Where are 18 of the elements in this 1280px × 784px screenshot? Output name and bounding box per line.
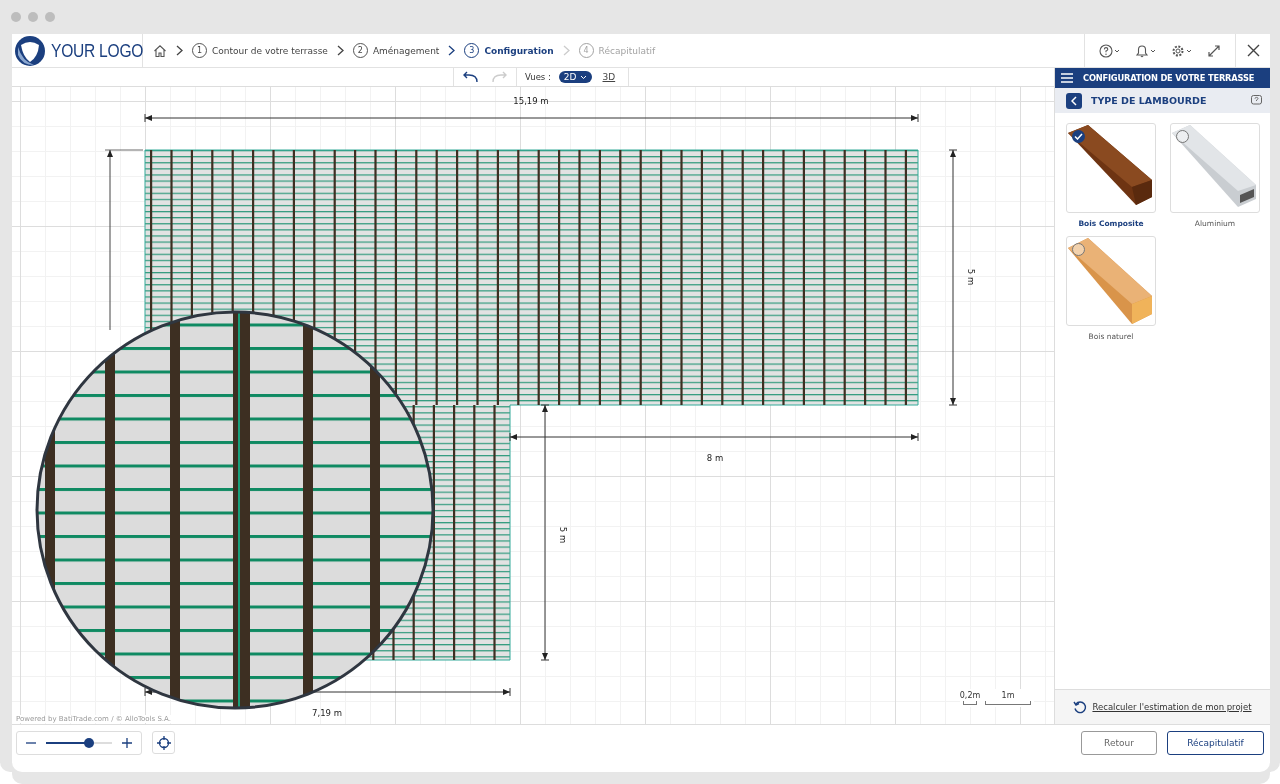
dimension-label: 15,19 m	[513, 96, 549, 106]
scale-label: 1m	[1001, 691, 1015, 701]
dimension-label: 5 m	[558, 526, 568, 544]
section-title: TYPE DE LAMBOURDE	[1091, 95, 1208, 106]
views-label: Vues :	[525, 72, 551, 82]
dimension-label: 8 m	[706, 453, 724, 463]
step-tab[interactable]: 2 Aménagement	[352, 43, 440, 58]
back-button[interactable]: Retour	[1081, 730, 1157, 755]
next-button[interactable]: Récapitulatif	[1167, 730, 1264, 755]
scale-label: 0,2m	[959, 691, 981, 701]
view-toggle[interactable]: 3D	[597, 71, 621, 83]
panel-title: CONFIGURATION DE VOTRE TERRASSE	[1083, 73, 1255, 83]
view-toggle[interactable]: 2D	[558, 71, 592, 83]
dimension-label: 7,19 m	[312, 708, 342, 718]
step-tab[interactable]: 3 Configuration	[464, 43, 554, 58]
dimension-label: 5 m	[966, 268, 976, 286]
step-tab[interactable]: 1 Contour de votre terrasse	[192, 43, 328, 58]
logo-text: YOUR LOGO	[51, 39, 144, 62]
